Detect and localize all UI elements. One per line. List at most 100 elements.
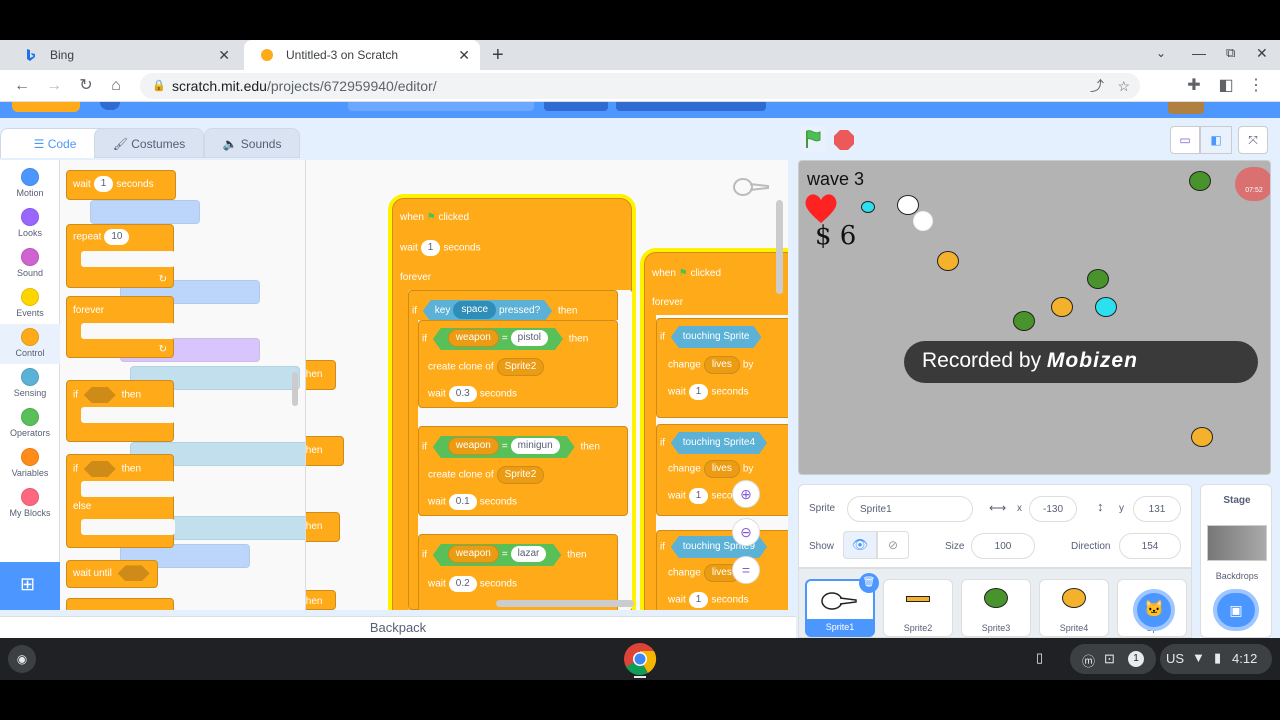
partial-block[interactable]: then xyxy=(306,512,340,542)
touching-sensing[interactable]: touching Sprite4 xyxy=(671,432,767,454)
condition-slot[interactable] xyxy=(84,461,116,477)
touching-target[interactable]: Sprite4 xyxy=(723,437,755,448)
sprite-thumb-sprite3[interactable]: Sprite3 xyxy=(961,579,1031,637)
wait-input[interactable]: 1 xyxy=(93,176,114,193)
equals-operator[interactable]: weapon = minigun xyxy=(433,436,575,458)
maximize-icon[interactable]: ⧉ xyxy=(1226,45,1235,61)
palette-wait-block[interactable]: wait 1 seconds xyxy=(66,170,176,200)
wait-input[interactable]: 1 xyxy=(688,384,709,400)
delete-sprite-trash-icon[interactable]: 🗑 xyxy=(859,573,879,593)
weapon-variable[interactable]: weapon xyxy=(448,545,499,563)
create-clone-block[interactable]: create clone of Sprite2 xyxy=(428,466,547,484)
pistol-input[interactable]: pistol xyxy=(511,330,548,346)
weapon-variable[interactable]: weapon xyxy=(448,329,499,347)
equals-operator[interactable]: weapon = lazar xyxy=(433,544,562,566)
wait-block[interactable]: wait 1 seconds xyxy=(668,592,749,608)
minigun-input[interactable]: minigun xyxy=(511,438,560,454)
wait-input[interactable]: 1 xyxy=(688,592,709,608)
forward-icon[interactable]: → xyxy=(42,74,66,98)
clone-target-dropdown[interactable]: Sprite2 xyxy=(496,358,545,376)
bookmark-star-icon[interactable]: ☆ xyxy=(1117,73,1130,99)
palette-stop-block[interactable] xyxy=(66,598,174,610)
palette-scrollbar[interactable] xyxy=(292,372,298,406)
category-looks[interactable]: Looks xyxy=(0,204,60,244)
sprite-thumb-sprite1[interactable]: Sprite1 🗑 xyxy=(805,573,879,637)
new-tab-icon[interactable]: + xyxy=(492,44,504,67)
zoom-reset-icon[interactable]: = xyxy=(732,556,760,584)
close-tab-icon[interactable]: ✕ xyxy=(218,40,230,70)
scratch-logo[interactable] xyxy=(12,102,80,112)
add-extension-button[interactable]: ⊞ xyxy=(0,562,60,610)
choose-sprite-cat-icon[interactable]: 🐱 xyxy=(1133,589,1175,631)
touching-target[interactable]: Sprite xyxy=(723,331,749,342)
repeat-input[interactable]: 10 xyxy=(104,229,130,245)
category-operators[interactable]: Operators xyxy=(0,404,60,444)
palette-forever-block[interactable]: forever ↻ xyxy=(66,296,175,358)
category-variables[interactable]: Variables xyxy=(0,444,60,484)
wait-block[interactable]: wait 0.3 seconds xyxy=(428,386,517,402)
address-bar[interactable]: 🔒 scratch.mit.edu/projects/672959940/edi… xyxy=(140,73,1140,99)
category-control[interactable]: Control xyxy=(0,324,60,364)
wait-block[interactable]: wait 1 seconds xyxy=(668,384,749,400)
sprite-thumb-sprite4[interactable]: Sprite4 xyxy=(1039,579,1109,637)
avatar[interactable] xyxy=(1168,102,1204,114)
key-pressed-sensing[interactable]: key space pressed? xyxy=(423,300,552,322)
sprite-name-input[interactable] xyxy=(847,496,973,522)
stage-canvas[interactable]: wave 3 $ 6 07:52 Recorded by Mobizen xyxy=(798,160,1271,475)
wait-input[interactable]: 1 xyxy=(420,240,441,256)
small-stage-icon[interactable]: ▭ xyxy=(1170,126,1200,154)
side-panel-icon[interactable]: ◧ xyxy=(1214,74,1238,98)
chrome-icon[interactable] xyxy=(622,641,658,677)
category-motion[interactable]: Motion xyxy=(0,164,60,204)
wait-block[interactable]: wait 0.2 seconds xyxy=(428,576,517,592)
touching-sensing[interactable]: touching Sprite xyxy=(671,326,762,348)
close-tab-icon[interactable]: ✕ xyxy=(458,40,470,70)
phone-hub-icon[interactable]: ▯ xyxy=(1036,650,1043,666)
project-title-field[interactable] xyxy=(348,102,534,111)
direction-input[interactable] xyxy=(1119,533,1181,559)
category-sensing[interactable]: Sensing xyxy=(0,364,60,404)
share-button[interactable] xyxy=(544,102,608,111)
zoom-out-icon[interactable]: ⊖ xyxy=(732,518,760,546)
y-position-input[interactable] xyxy=(1133,496,1181,522)
category-my-blocks[interactable]: My Blocks xyxy=(0,484,60,524)
category-sound[interactable]: Sound xyxy=(0,244,60,284)
browser-menu-icon[interactable]: ⋮ xyxy=(1244,74,1268,98)
stop-icon[interactable] xyxy=(834,130,854,150)
tab-scratch[interactable]: Untitled-3 on Scratch ✕ xyxy=(244,40,480,70)
lives-dropdown[interactable]: lives xyxy=(703,356,740,374)
weapon-variable[interactable]: weapon xyxy=(448,437,499,455)
lazar-input[interactable]: lazar xyxy=(511,546,547,562)
workspace-horizontal-scrollbar[interactable] xyxy=(496,600,634,607)
share-icon[interactable]: ⤴ xyxy=(1090,73,1104,99)
minimize-icon[interactable]: — xyxy=(1192,45,1206,61)
tab-bing[interactable]: Bing ✕ xyxy=(8,40,240,70)
wait-block[interactable]: wait 0.1 seconds xyxy=(428,494,517,510)
wait-input[interactable]: 0.1 xyxy=(448,494,477,510)
partial-block[interactable]: then xyxy=(306,436,344,466)
partial-block[interactable]: then xyxy=(306,360,336,390)
partial-block[interactable]: then xyxy=(306,590,336,610)
change-lives-block[interactable]: changelivesby xyxy=(668,460,753,478)
choose-backdrop-icon[interactable]: ▣ xyxy=(1213,589,1259,631)
condition-slot[interactable] xyxy=(118,565,150,581)
x-position-input[interactable] xyxy=(1029,496,1077,522)
fullscreen-icon[interactable]: ⤧ xyxy=(1238,126,1268,154)
change-lives-block[interactable]: changelivesby xyxy=(668,356,753,374)
extensions-icon[interactable]: ✚ xyxy=(1182,74,1206,98)
close-window-icon[interactable]: ✕ xyxy=(1256,45,1268,62)
workspace-vertical-scrollbar[interactable] xyxy=(776,200,783,294)
palette-repeat-block[interactable]: repeat 10 ↻ xyxy=(66,224,175,288)
key-dropdown[interactable]: space xyxy=(453,301,496,319)
lives-dropdown[interactable]: lives xyxy=(703,460,740,478)
status-area[interactable]: US ▼ ▮ 4:12 xyxy=(1160,644,1272,674)
home-icon[interactable]: ⌂ xyxy=(104,74,128,98)
wait-input[interactable]: 0.3 xyxy=(448,386,477,402)
palette-if-else-block[interactable]: if then else xyxy=(66,454,175,548)
green-flag-button[interactable] xyxy=(800,126,826,152)
backpack[interactable]: Backpack xyxy=(0,616,796,638)
stage-selector[interactable]: Stage Backdrops ▣ xyxy=(1200,484,1272,638)
category-events[interactable]: Events xyxy=(0,284,60,324)
recorder-timer-badge[interactable]: 07:52 xyxy=(1235,167,1270,201)
hide-sprite-eye-icon[interactable]: ⊘ xyxy=(877,531,909,559)
